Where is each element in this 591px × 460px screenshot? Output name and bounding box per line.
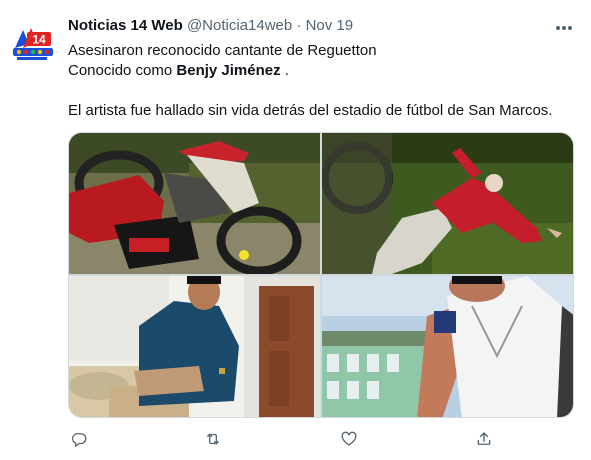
author-handle[interactable]: @Noticia14web <box>187 17 292 34</box>
timestamp[interactable]: Nov 19 <box>306 17 354 34</box>
reply-button[interactable] <box>68 428 90 450</box>
separator-dot: · <box>296 17 302 34</box>
tweet-text-line-2: Conocido como Benjy Jiménez . <box>68 61 573 81</box>
avatar[interactable]: 14 <box>9 18 57 66</box>
tweet-text-line-3: El artista fue hallado sin vida detrás d… <box>68 102 553 119</box>
action-bar <box>68 428 508 450</box>
tweet-text-prefix: Conocido como <box>68 62 177 79</box>
like-icon <box>341 431 357 446</box>
tweet-text-line-1: Asesinaron reconocido cantante de Reguet… <box>68 42 377 59</box>
svg-text:14: 14 <box>32 33 46 47</box>
media-grid <box>68 132 574 418</box>
like-button[interactable] <box>338 428 360 450</box>
photo-body-in-grass[interactable] <box>322 133 573 274</box>
photo-motorcycle-scene[interactable] <box>69 133 320 274</box>
tweet-card[interactable]: 14 Noticias 14 Web @Noticia14web · Nov 1… <box>0 0 591 460</box>
share-icon <box>477 432 491 445</box>
tweet-text: Asesinaron reconocido cantante de Reguet… <box>68 41 573 121</box>
photo-man-seated[interactable] <box>69 276 320 417</box>
noticias-14-logo: 14 <box>9 18 57 66</box>
mention-name: Benjy Jiménez <box>176 62 281 79</box>
tweet-text-suffix: . <box>280 62 289 79</box>
more-options-icon[interactable] <box>553 18 575 38</box>
retweet-icon <box>207 433 219 445</box>
tweet-header: Noticias 14 Web @Noticia14web · Nov 19 <box>68 17 568 37</box>
photo-selfie[interactable] <box>322 276 573 417</box>
author-name[interactable]: Noticias 14 Web <box>68 17 183 34</box>
share-button[interactable] <box>473 428 495 450</box>
reply-icon <box>71 433 87 447</box>
retweet-button[interactable] <box>202 428 224 450</box>
